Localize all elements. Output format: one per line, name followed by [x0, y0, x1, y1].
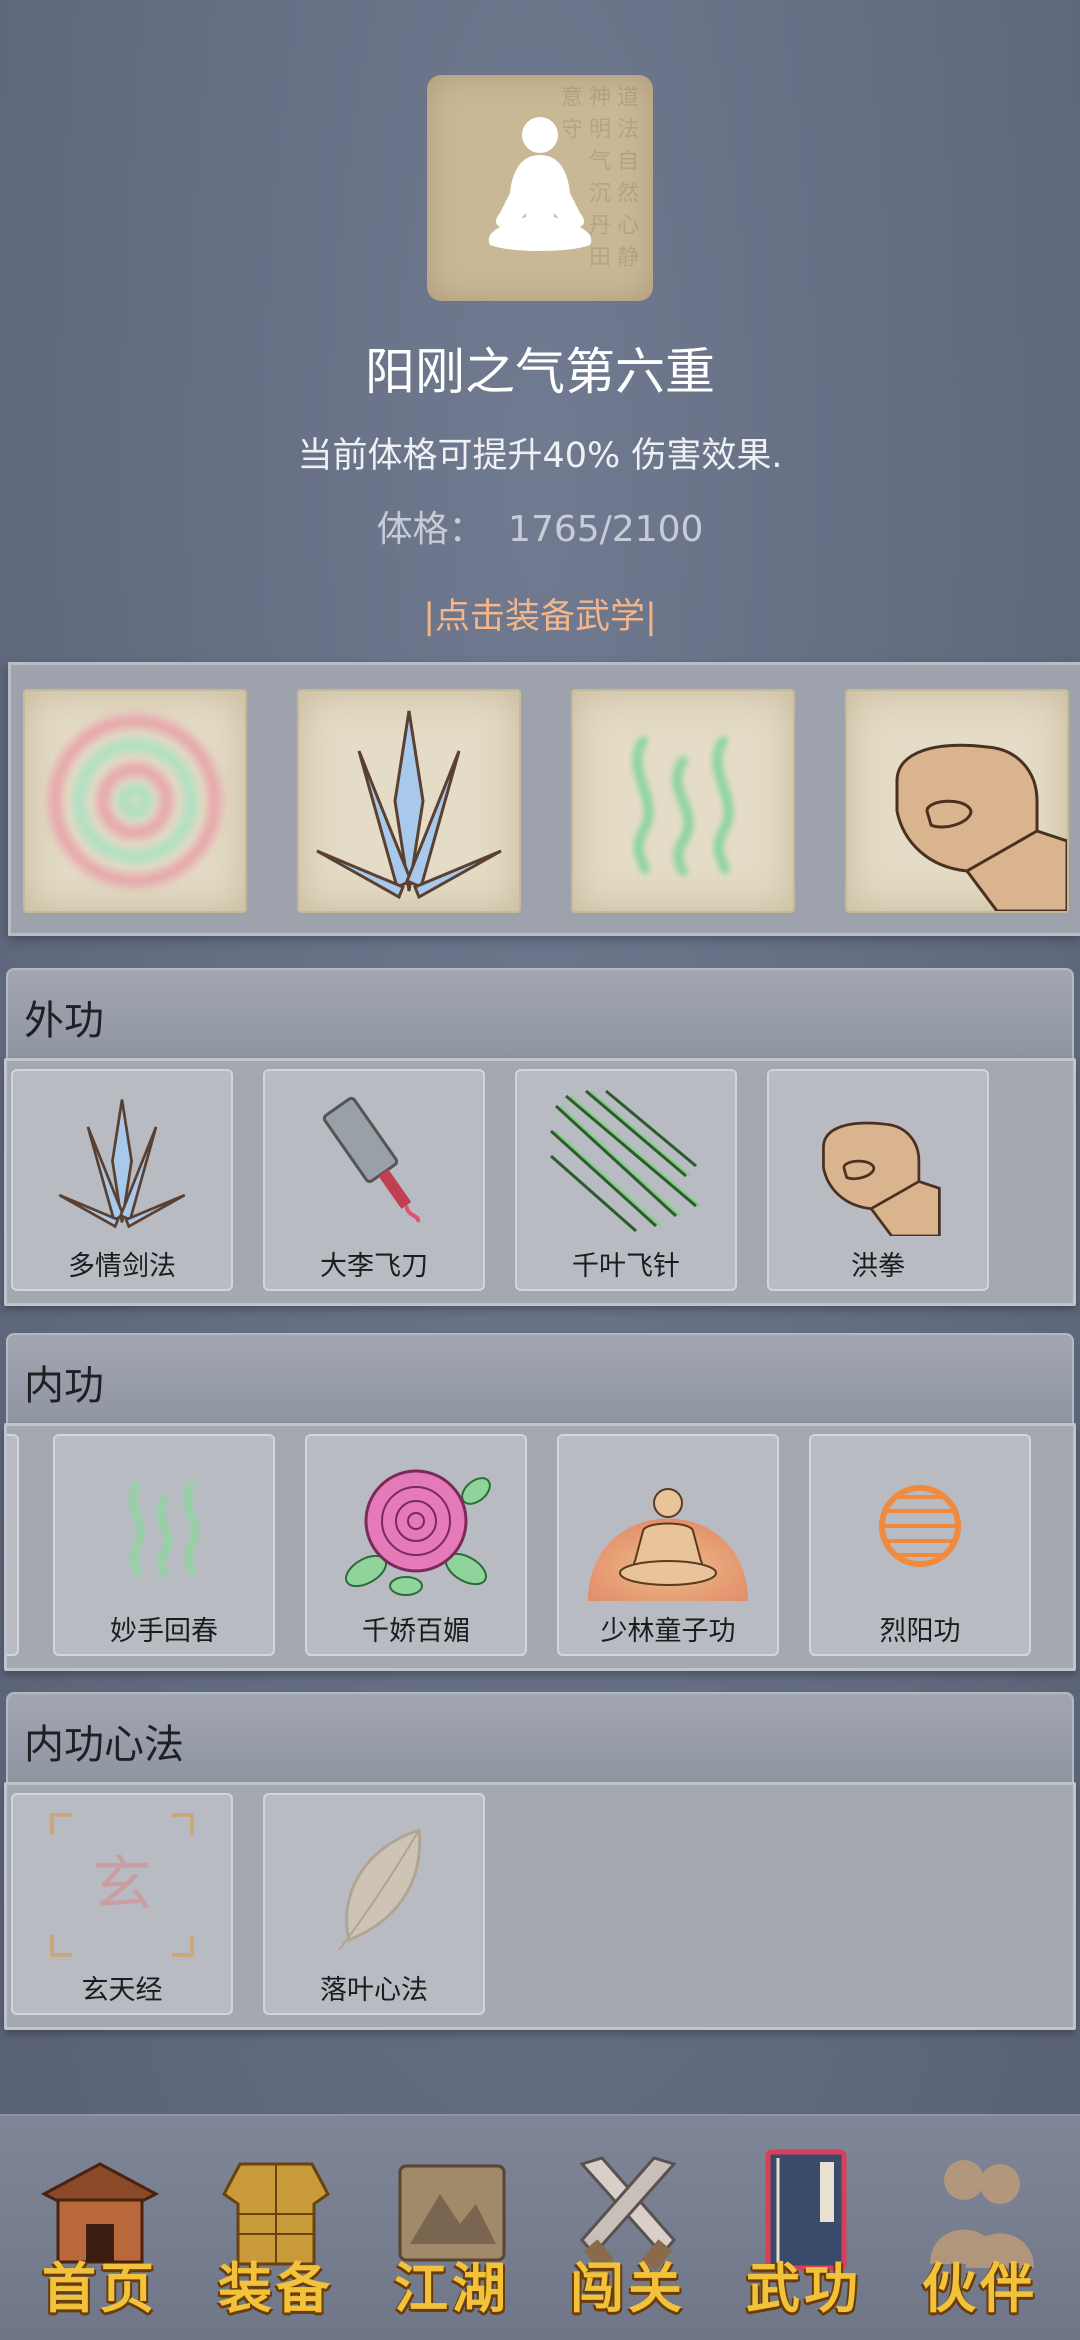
skill-card[interactable]: 多情剑法 — [11, 1069, 233, 1291]
nav-label: 江湖 — [394, 2256, 510, 2320]
leaf-icon — [338, 1827, 422, 1951]
section-mind-method-skills: 玄 玄天经 落叶心法 — [4, 1782, 1076, 2030]
equipped-slot-3[interactable] — [571, 689, 795, 913]
equipped-slot-4[interactable] — [845, 689, 1069, 913]
skill-card[interactable]: 烈阳功 — [809, 1434, 1031, 1656]
realm-description: 当前体格可提升40% 伤害效果. — [297, 436, 783, 476]
nav-label: 装备 — [218, 2256, 334, 2320]
sword-fan-icon — [316, 710, 502, 900]
sun-orb-icon — [879, 1485, 961, 1567]
physique-value: 1765/2100 — [508, 509, 704, 550]
skill-name: 少林童子功 — [600, 1616, 736, 1647]
skill-card[interactable]: 少林童子功 — [557, 1434, 779, 1656]
nav-label: 首页 — [42, 2256, 158, 2320]
nav-home[interactable]: 首页 — [20, 2134, 180, 2324]
skill-name: 千叶飞针 — [572, 1251, 680, 1282]
equip-martial-arts-link[interactable]: |点击装备武学| — [0, 588, 1080, 639]
rose-icon — [345, 1469, 491, 1596]
equipped-skills-strip — [8, 662, 1080, 936]
sword-fan-icon — [58, 1099, 186, 1229]
physique-label: 体格： — [376, 509, 485, 550]
skill-card[interactable]: 玄 玄天经 — [11, 1793, 233, 2015]
qi-waves-icon — [129, 1481, 199, 1578]
svg-text:玄: 玄 — [92, 1850, 152, 1920]
equipped-slot-2[interactable] — [297, 689, 521, 913]
skill-card[interactable]: 千叶飞针 — [515, 1069, 737, 1291]
nav-challenge[interactable]: 闯关 — [548, 2134, 708, 2324]
skill-card[interactable]: 妙手回春 — [53, 1434, 275, 1656]
skill-name: 烈阳功 — [879, 1616, 961, 1647]
nav-companions[interactable]: 伙伴 — [900, 2134, 1060, 2324]
needles-icon — [549, 1089, 701, 1233]
spiral-icon — [49, 715, 221, 887]
section-internal-skills: 妙手回春 千娇百媚 少林童子功 烈阳功 — [4, 1423, 1076, 1671]
skill-name: 千娇百媚 — [362, 1616, 470, 1647]
skill-name: 落叶心法 — [320, 1975, 428, 2006]
skill-card[interactable]: 千娇百媚 — [305, 1434, 527, 1656]
meditating-monk-icon — [588, 1488, 748, 1601]
meditating-figure-icon — [488, 117, 592, 251]
fist-icon — [822, 1121, 941, 1236]
physique-stat: 体格： 1765/2100 — [0, 500, 1080, 552]
fist-icon — [895, 743, 1069, 913]
section-header-external: 外功 — [6, 968, 1074, 1060]
skill-name: 妙手回春 — [110, 1616, 218, 1647]
skill-card[interactable]: 大李飞刀 — [263, 1069, 485, 1291]
equipped-slot-1[interactable] — [23, 689, 247, 913]
section-external-skills: 多情剑法 大李飞刀 千叶飞针 洪拳 — [4, 1058, 1076, 1306]
nav-label: 伙伴 — [922, 2256, 1038, 2320]
skill-card[interactable]: 洪拳 — [767, 1069, 989, 1291]
nav-jianghu[interactable]: 江湖 — [372, 2134, 532, 2324]
nav-martial-arts[interactable]: 武功 — [724, 2134, 884, 2324]
realm-title: 阳刚之气第六重 — [365, 343, 715, 401]
section-header-internal: 内功 — [6, 1333, 1074, 1425]
skill-card[interactable]: 落叶心法 — [263, 1793, 485, 2015]
skill-name: 多情剑法 — [68, 1251, 176, 1282]
nav-label: 闯关 — [570, 2256, 686, 2320]
qi-waves-icon — [632, 736, 734, 876]
cultivation-portrait: 道法自然心静神明气沉丹田意守 — [427, 75, 653, 301]
skill-name: 大李飞刀 — [320, 1251, 428, 1282]
section-header-mind-methods: 内功心法 — [6, 1692, 1074, 1784]
skill-name: 玄天经 — [81, 1975, 163, 2006]
skill-card-partial[interactable] — [7, 1434, 19, 1656]
flying-knife-icon — [322, 1096, 421, 1223]
skill-name: 洪拳 — [851, 1251, 905, 1282]
nav-label: 武功 — [746, 2256, 862, 2320]
nav-equipment[interactable]: 装备 — [196, 2134, 356, 2324]
scroll-seal-icon: 玄 — [50, 1813, 194, 1957]
bottom-navigation: 首页 装备 江湖 闯关 武功 伙伴 — [0, 2114, 1080, 2340]
